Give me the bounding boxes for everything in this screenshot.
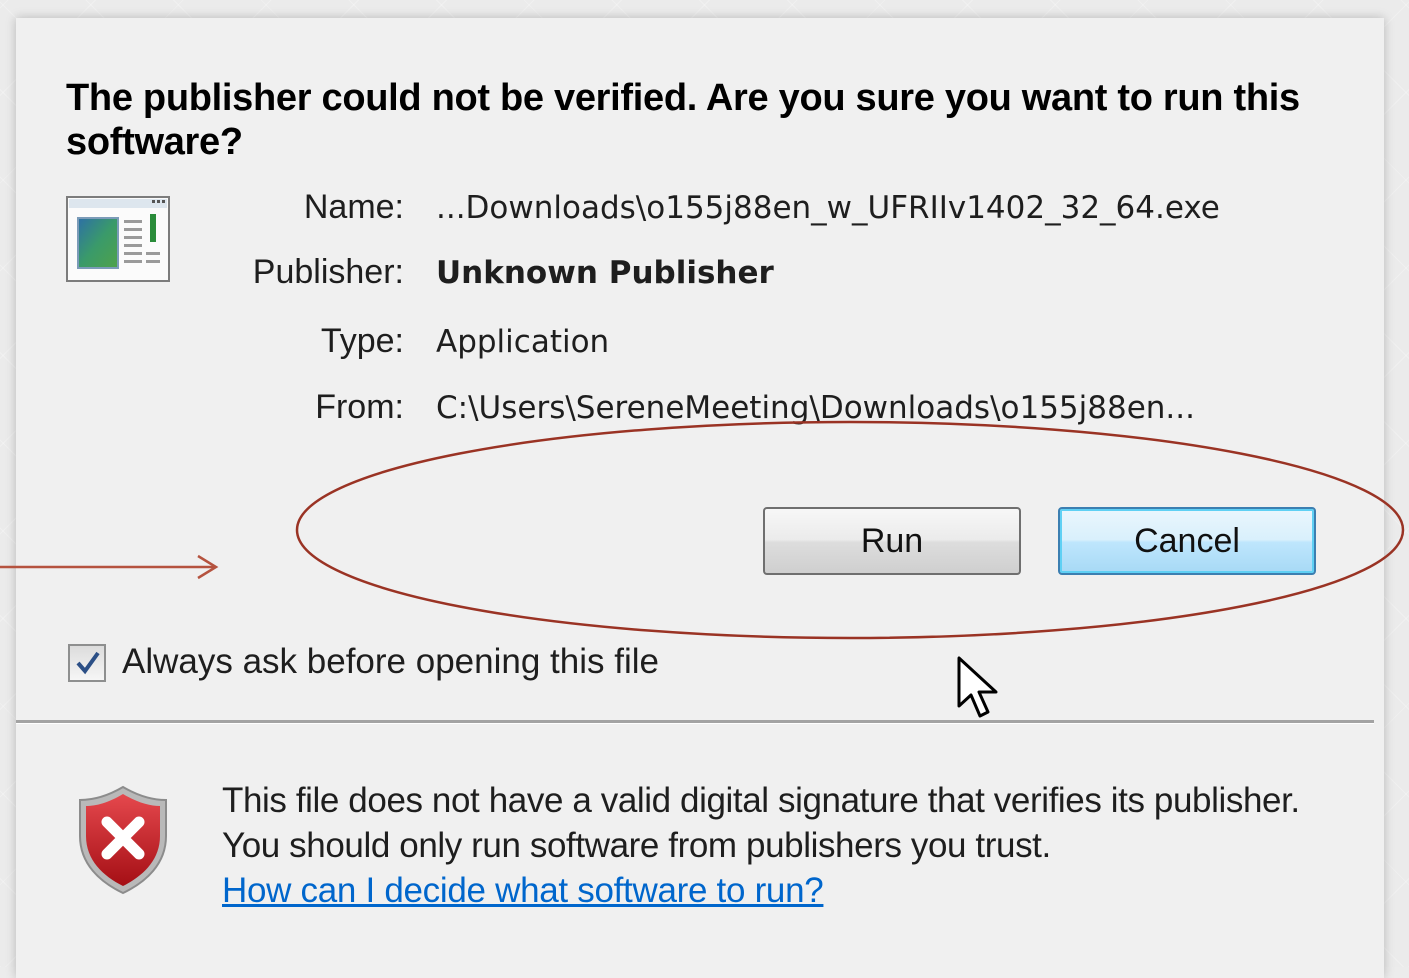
application-window-icon — [66, 196, 172, 288]
publisher-label: Publisher: — [252, 253, 404, 291]
from-label: From: — [315, 388, 404, 426]
security-shield-error-icon — [76, 784, 170, 900]
name-label: Name: — [303, 188, 404, 226]
security-warning-dialog: The publisher could not be verified. Are… — [16, 18, 1384, 978]
checkmark-icon — [76, 651, 100, 675]
always-ask-checkbox[interactable] — [68, 644, 106, 682]
always-ask-label[interactable]: Always ask before opening this file — [122, 642, 659, 682]
type-label: Type: — [320, 322, 404, 360]
run-button[interactable]: Run — [763, 507, 1021, 575]
publisher-value: Unknown Publisher — [436, 255, 774, 291]
footer-divider — [16, 720, 1374, 724]
type-value: Application — [436, 324, 610, 360]
mouse-pointer-icon — [956, 656, 1002, 728]
dialog-headline: The publisher could not be verified. Are… — [66, 77, 1300, 163]
cancel-button[interactable]: Cancel — [1058, 507, 1316, 575]
name-value: ...Downloads\o155j88en_w_UFRIIv1402_32_6… — [436, 190, 1220, 226]
from-value: C:\Users\SereneMeeting\Downloads\o155j88… — [436, 390, 1195, 426]
signature-warning-text: This file does not have a valid digital … — [222, 781, 1300, 865]
help-link[interactable]: How can I decide what software to run? — [222, 868, 824, 913]
